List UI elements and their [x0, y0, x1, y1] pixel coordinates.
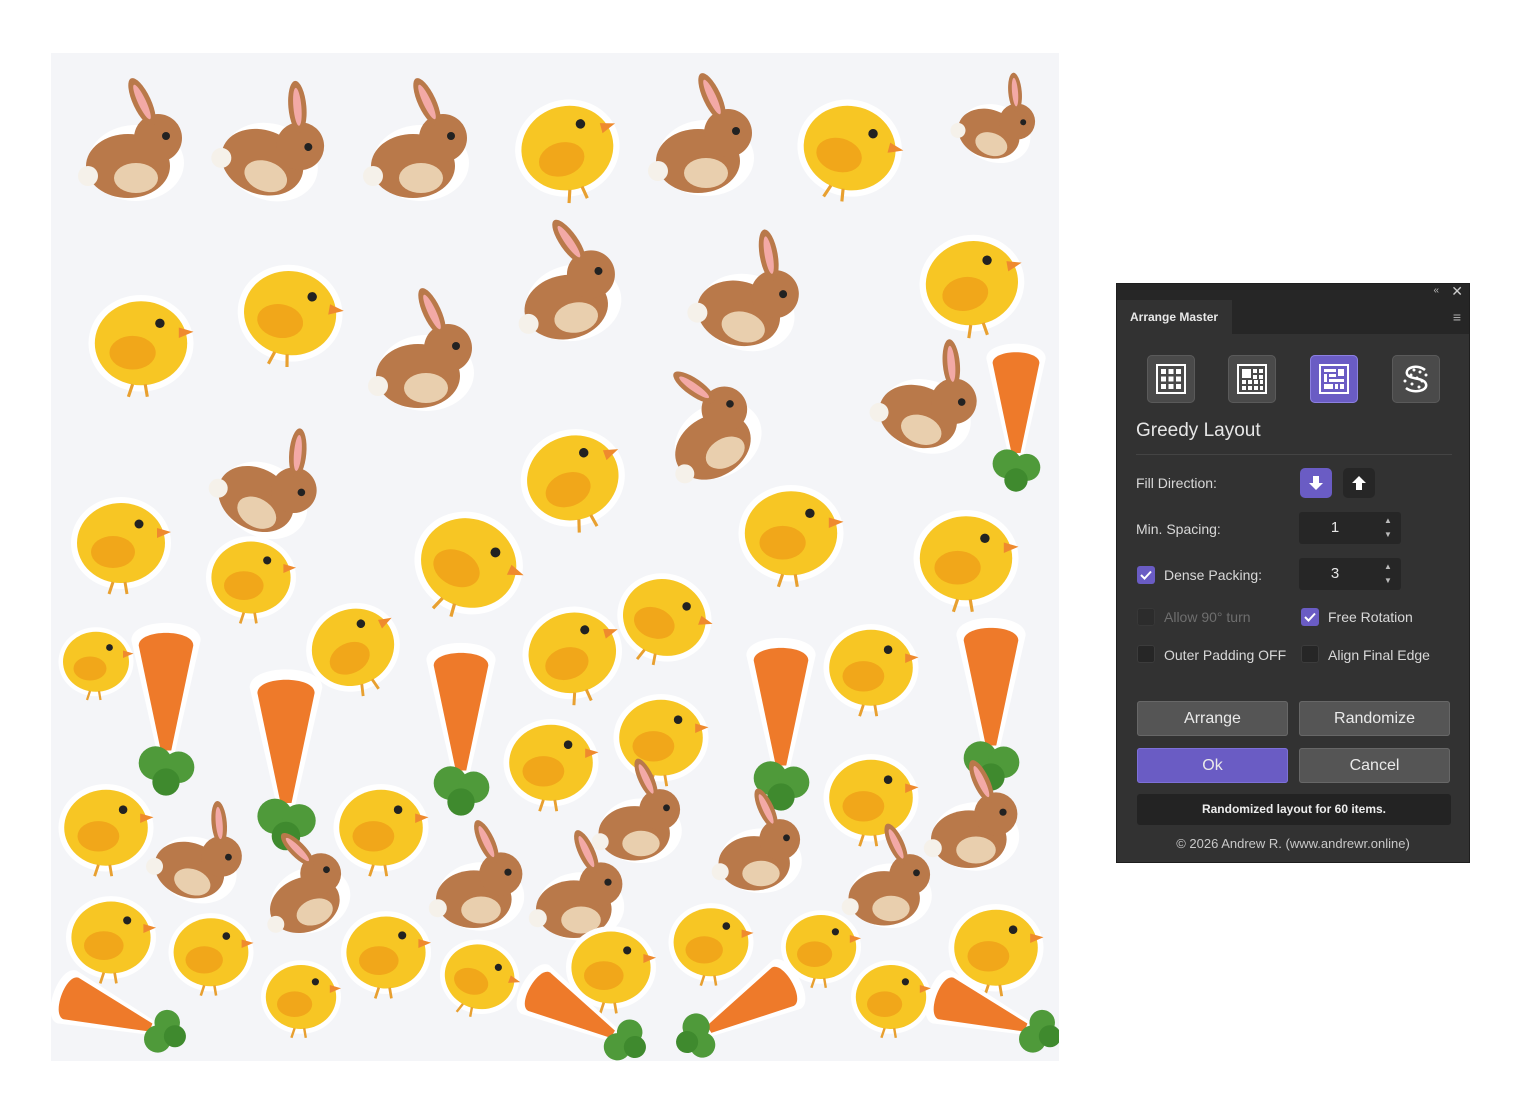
bunny-sticker[interactable] — [139, 783, 260, 915]
bunny-sticker[interactable] — [428, 817, 525, 931]
arrow-up-icon — [1352, 476, 1366, 490]
fill-direction-label: Fill Direction: — [1136, 475, 1217, 491]
grid-fit-layout-button[interactable] — [1228, 355, 1276, 403]
chick-sticker[interactable] — [913, 509, 1019, 613]
arrange-button[interactable]: Arrange — [1137, 701, 1288, 736]
chick-sticker[interactable] — [71, 497, 171, 595]
bunny-sticker[interactable] — [862, 319, 998, 466]
artboard-canvas[interactable] — [51, 53, 1059, 1061]
carrot-sticker[interactable] — [249, 669, 323, 851]
chick-sticker[interactable] — [168, 913, 254, 997]
layout-title: Greedy Layout — [1136, 420, 1261, 441]
panel-menu-icon[interactable]: ≡ — [1453, 310, 1461, 324]
scatter-icon — [1403, 365, 1428, 393]
randomize-button[interactable]: Randomize — [1299, 701, 1450, 736]
status-message: Randomized layout for 60 items. — [1137, 794, 1451, 825]
outer-padding-off-label: Outer Padding OFF — [1164, 647, 1287, 663]
collapse-icon[interactable]: « — [1433, 285, 1439, 296]
allow-90-turn-checkbox[interactable] — [1137, 608, 1155, 626]
chick-sticker[interactable] — [912, 226, 1033, 345]
chick-sticker[interactable] — [341, 911, 431, 999]
carrot-sticker[interactable] — [956, 617, 1026, 791]
bunny-sticker[interactable] — [368, 285, 474, 411]
chick-sticker[interactable] — [206, 536, 296, 624]
chick-sticker[interactable] — [88, 294, 194, 398]
bunny-sticker[interactable] — [648, 70, 754, 196]
allow-90-turn-label: Allow 90° turn — [1164, 609, 1251, 625]
chick-sticker[interactable] — [507, 415, 641, 547]
panel-tab-bar: Arrange Master ≡ — [1117, 300, 1469, 334]
increment-icon[interactable]: ▲ — [1381, 514, 1395, 528]
greedy-layout-button[interactable] — [1310, 355, 1358, 403]
carrot-sticker[interactable] — [131, 622, 201, 796]
chick-sticker[interactable] — [603, 560, 724, 679]
chick-sticker[interactable] — [66, 896, 156, 984]
carrot-sticker[interactable] — [426, 642, 496, 816]
dense-packing-checkbox[interactable] — [1137, 566, 1155, 584]
cancel-button[interactable]: Cancel — [1299, 748, 1450, 783]
chick-sticker[interactable] — [333, 784, 429, 877]
grid-layout-button[interactable] — [1147, 355, 1195, 403]
section-divider — [1136, 454, 1452, 455]
chick-sticker[interactable] — [58, 627, 134, 701]
bunny-sticker[interactable] — [198, 400, 345, 554]
carrot-sticker[interactable] — [986, 343, 1046, 492]
min-spacing-stepper[interactable]: 1 ▲ ▼ — [1299, 512, 1401, 544]
carrot-sticker[interactable] — [746, 637, 816, 811]
chick-sticker[interactable] — [851, 960, 931, 1039]
chick-sticker[interactable] — [668, 903, 754, 987]
increment-icon[interactable]: ▲ — [1381, 560, 1395, 574]
chick-sticker[interactable] — [58, 784, 154, 877]
fill-down-button[interactable] — [1300, 468, 1332, 498]
align-final-edge-checkbox[interactable] — [1301, 645, 1319, 663]
bunny-sticker[interactable] — [203, 59, 346, 214]
chick-sticker[interactable] — [503, 719, 599, 812]
bunny-sticker[interactable] — [363, 75, 469, 201]
free-rotation-label: Free Rotation — [1328, 609, 1413, 625]
ok-button[interactable]: Ok — [1137, 748, 1288, 783]
min-spacing-label: Min. Spacing: — [1136, 521, 1221, 537]
bunny-sticker[interactable] — [501, 207, 627, 350]
arrow-down-icon — [1309, 476, 1323, 490]
chick-sticker[interactable] — [229, 256, 350, 375]
chick-sticker[interactable] — [738, 484, 844, 588]
dense-packing-stepper[interactable]: 3 ▲ ▼ — [1299, 558, 1401, 590]
close-icon[interactable]: ✕ — [1451, 283, 1463, 300]
greedy-icon — [1319, 364, 1349, 394]
arranged-items — [51, 56, 1059, 1061]
chick-sticker[interactable] — [785, 88, 913, 214]
carrot-sticker[interactable] — [51, 966, 195, 1061]
decrement-icon[interactable]: ▼ — [1381, 528, 1395, 542]
outer-padding-off-checkbox[interactable] — [1137, 645, 1155, 663]
bunny-sticker[interactable] — [628, 345, 775, 499]
chick-sticker[interactable] — [261, 960, 341, 1039]
chick-sticker[interactable] — [512, 595, 634, 715]
chick-sticker[interactable] — [395, 494, 540, 637]
free-rotation-checkbox[interactable] — [1301, 608, 1319, 626]
chick-sticker[interactable] — [613, 694, 709, 787]
scatter-layout-button[interactable] — [1392, 355, 1440, 403]
checkmark-icon — [1140, 570, 1152, 580]
bunny-sticker[interactable] — [78, 75, 184, 201]
fill-up-button[interactable] — [1343, 468, 1375, 498]
chick-sticker[interactable] — [823, 754, 919, 847]
panel-title-strip: « ✕ — [1117, 283, 1469, 300]
chick-sticker[interactable] — [504, 88, 632, 214]
bunny-sticker[interactable] — [945, 56, 1052, 172]
decrement-icon[interactable]: ▼ — [1381, 574, 1395, 588]
arrange-master-panel: « ✕ Arrange Master ≡ Greedy Layout Fill … — [1117, 283, 1469, 862]
tab-arrange-master[interactable]: Arrange Master — [1117, 300, 1232, 334]
min-spacing-value[interactable]: 1 — [1299, 512, 1371, 544]
chick-sticker[interactable] — [428, 928, 530, 1028]
checkmark-icon — [1304, 612, 1316, 622]
bunny-sticker[interactable] — [681, 212, 816, 361]
copyright-text: © 2026 Andrew R. (www.andrewr.online) — [1176, 836, 1410, 851]
grid-fit-icon — [1237, 364, 1267, 394]
dense-packing-label: Dense Packing: — [1164, 567, 1263, 583]
align-final-edge-label: Align Final Edge — [1328, 647, 1430, 663]
dense-packing-value[interactable]: 3 — [1299, 558, 1371, 590]
grid-icon — [1156, 364, 1186, 394]
chick-sticker[interactable] — [823, 624, 919, 717]
